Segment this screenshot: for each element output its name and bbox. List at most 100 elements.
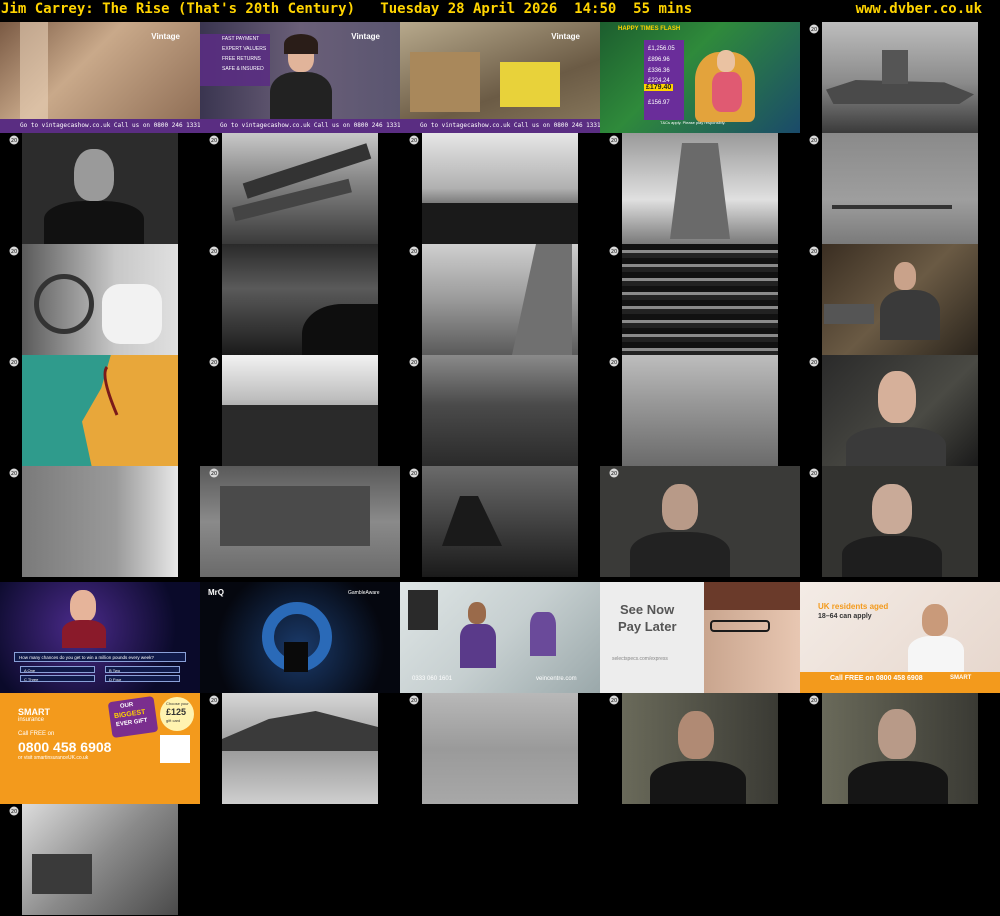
man-face (878, 371, 916, 423)
glasses-icon (710, 620, 770, 632)
channel-20-logo-icon: 20 (608, 695, 620, 705)
ad-bar: Go to vintagecashow.co.uk Call us on 080… (0, 119, 200, 133)
woman-shirt (908, 636, 964, 672)
bullet-2: EXPERT VALUERS (222, 46, 267, 52)
smart-phone: 0800 458 6908 (18, 739, 112, 755)
thumbnail-6[interactable]: 20 (0, 133, 200, 244)
thumbnail-9[interactable]: 20 (600, 133, 800, 244)
smoke-frame (422, 693, 578, 804)
amount-1: £1,256.05 (648, 46, 675, 52)
thumbnail-32[interactable]: 20 (200, 693, 400, 804)
thumbnail-24[interactable]: 20 (600, 466, 800, 577)
specs-line-1: See Now (620, 602, 675, 617)
smart-visit: or visit smartinsuranceUK.co.uk (18, 755, 89, 761)
thumbnail-26[interactable]: How many chances do you get to win a mil… (0, 582, 200, 693)
gift-card-amount: £125 (166, 707, 187, 717)
contestant-body (62, 620, 106, 648)
channel-20-logo-icon: 20 (8, 357, 20, 367)
thumbnail-2[interactable]: FAST PAYMENT EXPERT VALUERS FREE RETURNS… (200, 22, 400, 133)
thumbnail-19[interactable]: 20 (600, 355, 800, 466)
channel-20-logo-icon: 20 (408, 246, 420, 256)
svg-text:20: 20 (11, 249, 17, 255)
thumbnail-10[interactable]: 20 (800, 133, 1000, 244)
thumbnail-18[interactable]: 20 (400, 355, 600, 466)
svg-text:20: 20 (211, 471, 217, 477)
thumbnail-16[interactable]: 20 (0, 355, 200, 466)
thumbnail-15[interactable]: 20 (800, 244, 1000, 355)
channel-20-logo-icon: 20 (208, 468, 220, 478)
gambleaware-logo: GambleAware (348, 590, 380, 596)
thumbnail-35[interactable]: 20 (800, 693, 1000, 804)
call-free-label: Call FREE on (18, 731, 55, 737)
site-link[interactable]: www.dvber.co.uk (856, 0, 982, 19)
doctor-face (468, 602, 486, 624)
operator (102, 284, 162, 344)
thumbnail-13[interactable]: 20 (400, 244, 600, 355)
man-face (878, 709, 916, 759)
turret (302, 304, 378, 355)
thumbnail-22[interactable]: 20 (200, 466, 400, 577)
thumbnail-36[interactable]: 20 (0, 804, 200, 915)
woman-face (922, 604, 948, 636)
thumbnail-23[interactable]: 20 (400, 466, 600, 577)
nurse (530, 612, 556, 656)
mrq-logo: MrQ (208, 588, 224, 597)
bullet-4: SAFE & INSURED (222, 66, 264, 72)
map-frame (22, 355, 178, 466)
bullet-1: FAST PAYMENT (222, 36, 260, 42)
casino-footer: T&Cs apply. Please play responsibly. (660, 120, 726, 125)
thumbnail-31[interactable]: SMART insurance Call FREE on 0800 458 69… (0, 693, 200, 804)
amount-6: £156.97 (648, 100, 670, 106)
thumbnail-11[interactable]: 20 (0, 244, 200, 355)
thumbnail-14[interactable]: 20 (600, 244, 800, 355)
thumbnail-17[interactable]: 20 (200, 355, 400, 466)
channel-20-logo-icon: 20 (408, 357, 420, 367)
scan-machine (408, 590, 438, 630)
interview-frame (822, 466, 978, 577)
thumbnail-4[interactable]: HAPPY TIMES FLASH £1,256.05 £896.96 £336… (600, 22, 800, 133)
thumbnail-30[interactable]: UK residents aged 18–64 can apply Call F… (800, 582, 1000, 693)
svg-text:20: 20 (411, 360, 417, 366)
gunfire-frame (222, 355, 378, 466)
thumbnail-7[interactable]: 20 (200, 133, 400, 244)
man-face (872, 484, 912, 534)
channel-20-logo-icon: 20 (408, 695, 420, 705)
box (410, 52, 480, 112)
glitch-frame (622, 244, 778, 355)
thumbnail-5[interactable]: 20 (800, 22, 1000, 133)
woman-dress (712, 72, 742, 112)
thumbnail-12[interactable]: 20 (200, 244, 400, 355)
thumbnail-25[interactable]: 20 (800, 466, 1000, 577)
thumbnail-1[interactable]: Vintage Go to vintagecashow.co.uk Call u… (0, 22, 200, 133)
svg-text:20: 20 (11, 360, 17, 366)
thumbnail-34[interactable]: 20 (600, 693, 800, 804)
thumbnail-20[interactable]: 20 (800, 355, 1000, 466)
thumbnail-3[interactable]: Vintage Go to vintagecashow.co.uk Call u… (400, 22, 600, 133)
svg-text:20: 20 (211, 138, 217, 144)
channel-20-logo-icon: 20 (8, 135, 20, 145)
woman-hair (704, 582, 800, 610)
thumbnail-27[interactable]: MrQ GambleAware (200, 582, 400, 693)
toy-box (500, 62, 560, 107)
rangefinder-frame (22, 244, 178, 355)
thumbnail-21[interactable]: 20 (0, 466, 200, 577)
man-suit (848, 761, 948, 804)
gift-card-line-1: Choose your (166, 701, 189, 706)
thumbnail-29[interactable]: See Now Pay Later selectspecs.com/expres… (600, 582, 800, 693)
vintage-logo: Vintage (151, 32, 180, 41)
ad-bar: Go to vintagecashow.co.uk Call us on 080… (400, 119, 600, 133)
fog-frame (22, 466, 178, 577)
ship-silhouette (442, 496, 502, 546)
channel-20-logo-icon: 20 (208, 357, 220, 367)
thumbnail-8[interactable]: 20 (400, 133, 600, 244)
svg-text:20: 20 (211, 698, 217, 704)
thumbnail-28[interactable]: 0333 060 1601 veincentre.com (400, 582, 600, 693)
contestant-face (70, 590, 96, 622)
svg-text:20: 20 (11, 471, 17, 477)
smart-gift-ad-frame: SMART insurance Call FREE on 0800 458 69… (0, 693, 200, 804)
interview-frame (822, 693, 978, 804)
specs-site: selectspecs.com/express (612, 656, 668, 662)
presenter-hair (284, 34, 318, 54)
svg-text:20: 20 (811, 27, 817, 33)
thumbnail-33[interactable]: 20 (400, 693, 600, 804)
